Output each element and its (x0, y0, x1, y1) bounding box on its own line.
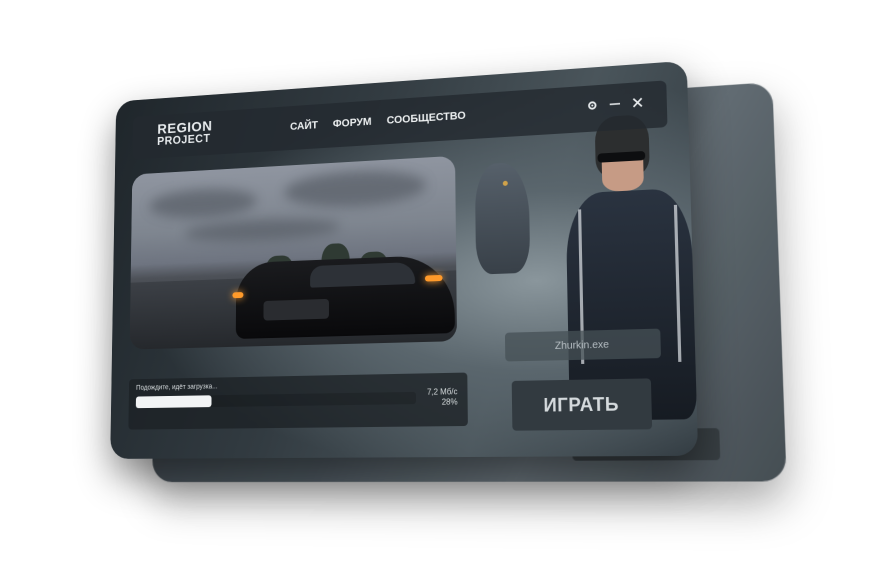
pigeon-figure (474, 161, 531, 275)
person-face (601, 159, 644, 193)
download-progress-panel: Подождите, идёт загрузка... 7,2 Мб/с 28% (128, 372, 468, 430)
download-status-text: Подождите, идёт загрузка... (136, 383, 218, 392)
gear-icon[interactable] (586, 98, 599, 113)
car-turn-signal (424, 274, 443, 282)
car-windshield (310, 261, 416, 288)
launcher-window: REGION PROJECT САЙТ ФОРУМ СООБЩЕСТВО Zhu… (110, 60, 699, 459)
close-icon[interactable] (631, 95, 644, 110)
download-percent: 28% (441, 397, 458, 407)
nav-link-community[interactable]: СООБЩЕСТВО (387, 110, 466, 127)
window-controls (586, 95, 644, 113)
cloud (149, 186, 257, 221)
progress-fill (135, 395, 212, 409)
app-logo: REGION PROJECT (157, 118, 212, 148)
play-button[interactable]: ИГРАТЬ (511, 378, 653, 431)
news-preview-image[interactable] (129, 155, 457, 350)
nav-link-forum[interactable]: ФОРУМ (333, 116, 372, 130)
car-turn-signal (232, 292, 244, 299)
suv-car (232, 254, 455, 339)
cloud (184, 215, 341, 245)
progress-track (135, 391, 417, 409)
launcher-stage: REGION PROJECT САЙТ ФОРУМ СООБЩЕСТВО Zhu… (0, 0, 869, 567)
username-field[interactable]: Zhurkin.exe (504, 328, 662, 362)
main-nav: САЙТ ФОРУМ СООБЩЕСТВО (290, 110, 466, 133)
logo-line-project: PROJECT (157, 131, 211, 148)
car-grille (263, 298, 329, 321)
minimize-icon[interactable] (609, 97, 622, 112)
cloud (284, 167, 427, 210)
nav-link-site[interactable]: САЙТ (290, 120, 318, 133)
download-speed: 7,2 Мб/с (426, 387, 458, 397)
